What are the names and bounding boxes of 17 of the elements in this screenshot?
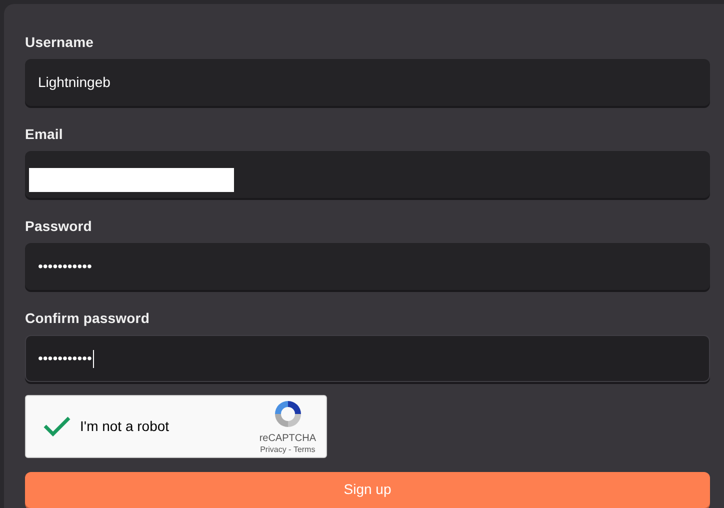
field-value: ••••••••••• [38,349,92,368]
field-value: ••••••••••• [38,257,92,276]
input-field[interactable]: ••••••••••• [25,335,710,382]
field-label: Email [25,126,64,143]
recaptcha-brand: reCAPTCHA [259,432,316,445]
field-value: Lightningeb [38,73,110,92]
field-label: Password [25,218,93,235]
input-field[interactable] [25,151,710,198]
privacy-link[interactable]: Privacy [260,444,286,455]
input-field[interactable]: Lightningeb [25,59,710,106]
terms-link[interactable]: Terms [293,444,316,455]
input-field[interactable]: ••••••••••• [25,243,710,290]
field-label: Username [25,34,95,51]
field-label: Confirm password [25,310,151,327]
captcha-label: I'm not a robot [80,416,170,436]
link-separator: - [288,444,292,455]
checkmark-icon[interactable] [43,415,71,438]
